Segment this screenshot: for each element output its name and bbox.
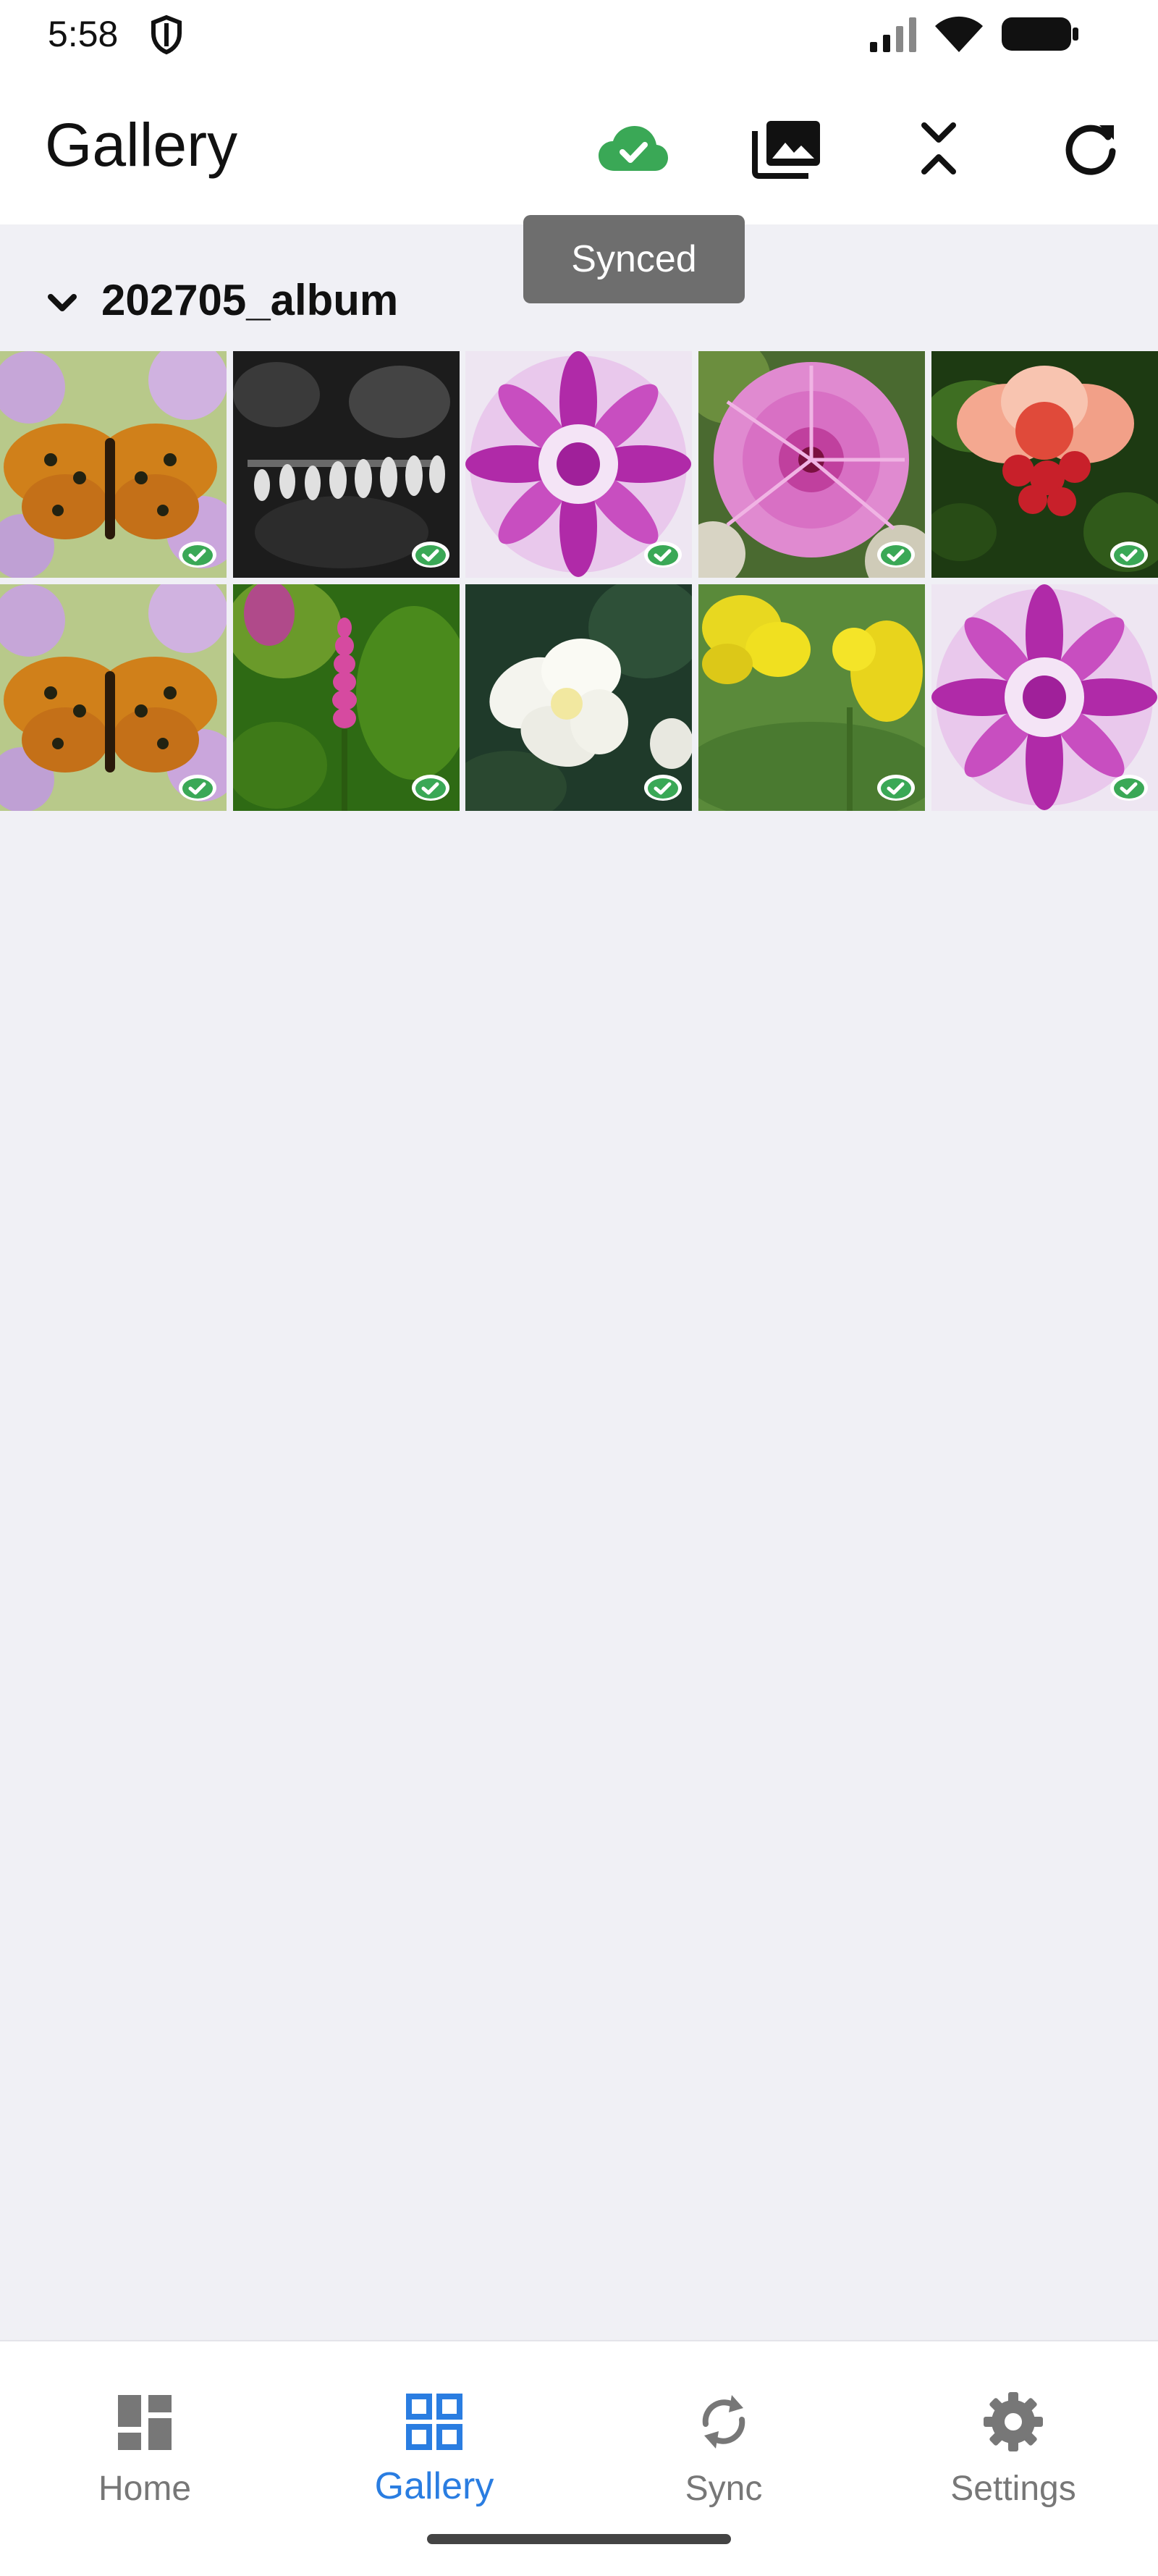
synced-icon xyxy=(412,775,449,801)
photo-thumbnail[interactable] xyxy=(0,584,227,811)
wifi-icon xyxy=(935,16,983,52)
collapse-icon xyxy=(921,122,956,174)
synced-icon xyxy=(179,775,216,801)
nav-label-sync: Sync xyxy=(685,2470,763,2508)
photo-thumbnail[interactable] xyxy=(465,584,692,811)
nav-item-sync[interactable]: Sync xyxy=(579,2363,868,2522)
home-indicator[interactable] xyxy=(427,2534,731,2544)
synced-icon xyxy=(1110,775,1148,801)
synced-icon xyxy=(644,775,682,801)
refresh-icon xyxy=(1065,125,1116,175)
sync-icon xyxy=(702,2395,745,2449)
refresh-button[interactable] xyxy=(1044,101,1138,195)
battery-icon xyxy=(1002,17,1078,51)
photo-thumbnail[interactable] xyxy=(0,351,227,578)
photo-library-icon xyxy=(752,121,820,179)
gear-icon xyxy=(984,2392,1043,2451)
album-title: 202705_album xyxy=(101,276,399,324)
nav-item-gallery[interactable]: Gallery xyxy=(290,2363,579,2522)
shield-icon xyxy=(151,14,182,55)
nav-label-home: Home xyxy=(98,2470,192,2508)
grid-icon xyxy=(406,2394,462,2450)
collapse-all-button[interactable] xyxy=(892,101,986,195)
photo-thumbnail[interactable] xyxy=(931,351,1158,578)
synced-icon xyxy=(1110,542,1148,568)
photo-thumbnail[interactable] xyxy=(698,584,925,811)
status-bar: 5:58 xyxy=(0,0,1158,72)
photo-library-button[interactable] xyxy=(740,101,834,195)
photo-thumbnail[interactable] xyxy=(698,351,925,578)
dashboard-icon xyxy=(118,2395,172,2450)
nav-label-settings: Settings xyxy=(950,2470,1076,2508)
synced-icon xyxy=(877,775,915,801)
synced-icon xyxy=(179,542,216,568)
app-bar: Gallery xyxy=(0,72,1158,224)
page-title: Gallery xyxy=(45,111,238,179)
cloud-synced-icon xyxy=(599,126,668,171)
photo-thumbnail[interactable] xyxy=(233,351,460,578)
synced-icon xyxy=(644,542,682,568)
nav-label-gallery: Gallery xyxy=(374,2465,494,2507)
synced-icon xyxy=(877,542,915,568)
status-time: 5:58 xyxy=(48,14,119,54)
synced-tooltip: Synced xyxy=(523,215,745,303)
chevron-down-icon xyxy=(48,294,77,311)
signal-icon xyxy=(870,17,916,52)
photo-thumbnail[interactable] xyxy=(931,584,1158,811)
synced-icon xyxy=(412,542,449,568)
nav-item-home[interactable]: Home xyxy=(0,2363,290,2522)
photo-thumbnail[interactable] xyxy=(233,584,460,811)
sync-status-button[interactable] xyxy=(586,101,680,195)
nav-item-settings[interactable]: Settings xyxy=(868,2363,1158,2522)
photo-thumbnail[interactable] xyxy=(465,351,692,578)
